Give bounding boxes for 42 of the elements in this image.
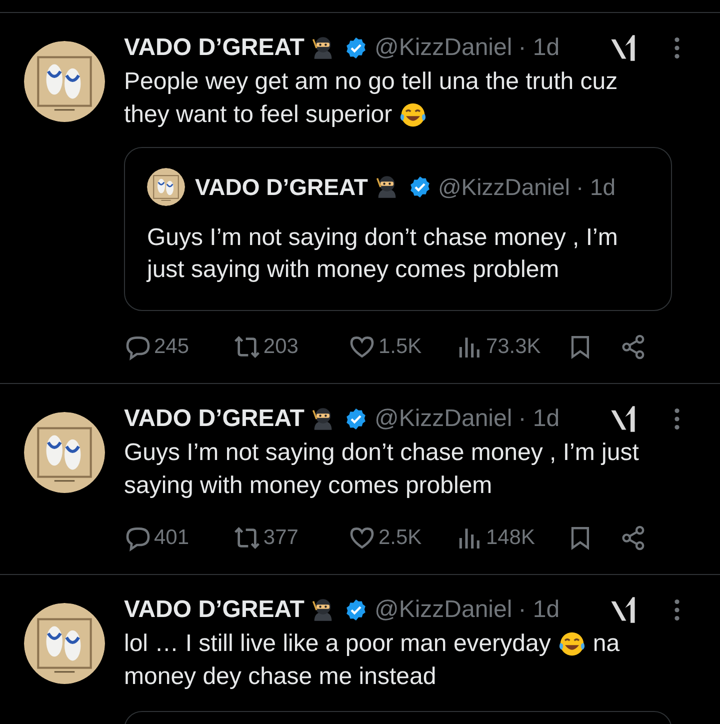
post-text: saying with money comes problem: [124, 471, 492, 501]
author-name: VADO D’GREAT: [124, 405, 304, 433]
post-time: · 1d: [518, 405, 560, 433]
author-handle: @KizzDaniel: [374, 405, 512, 433]
repost-icon: [233, 333, 262, 361]
more-icon[interactable]: [674, 408, 680, 430]
author-handle: @KizzDaniel: [438, 174, 570, 200]
post-text: na: [592, 629, 620, 659]
verified-badge-icon: [344, 407, 368, 431]
verified-badge-icon: [408, 175, 432, 199]
reply-button[interactable]: 401: [124, 524, 234, 552]
verified-badge-icon: [344, 36, 368, 60]
repost-button[interactable]: 203: [233, 333, 348, 361]
laughing-emoji-icon: [558, 630, 586, 658]
post-time: · 1d: [576, 174, 616, 200]
views-button[interactable]: 148K: [456, 524, 568, 552]
post-time: · 1d: [518, 34, 560, 62]
post-text: money dey chase me instead: [124, 662, 436, 692]
like-button[interactable]: 2.5K: [348, 524, 456, 552]
views-button[interactable]: 73.3K: [456, 333, 568, 361]
quoted-text: Guys I’m not saying don’t chase money , I’m just saying with money comes problem: [147, 223, 619, 285]
post-text: lol … I still live like a poor man everyday: [124, 629, 551, 659]
share-icon[interactable]: [620, 524, 646, 552]
post-text: Guys I’m not saying don’t chase money , I’m just: [124, 438, 639, 468]
author-name: VADO D’GREAT: [195, 174, 368, 200]
reply-button[interactable]: 245: [124, 333, 234, 361]
post-text: they want to feel superior: [124, 100, 392, 130]
author-handle: @KizzDaniel: [374, 34, 512, 62]
author-name: VADO D’GREAT: [124, 34, 304, 62]
share-icon[interactable]: [620, 333, 646, 361]
repost-icon: [233, 524, 262, 552]
post-text: People wey get am no go tell una the truth cuz: [124, 67, 618, 97]
more-icon[interactable]: [674, 37, 680, 59]
like-button[interactable]: 1.5K: [348, 333, 456, 361]
author-handle: @KizzDaniel: [374, 596, 512, 624]
verified-badge-icon: [344, 598, 368, 622]
more-icon[interactable]: [674, 599, 680, 621]
repost-button[interactable]: 377: [233, 524, 348, 552]
post-time: · 1d: [518, 596, 560, 624]
author-name: VADO D’GREAT: [124, 596, 304, 624]
quoted-post[interactable]: VADO D’GREAT @KizzDaniel · 1d Guys I’m not saying don’t chase money , I’m just saying with money comes problem: [124, 147, 672, 311]
laughing-emoji-icon: [399, 100, 428, 128]
